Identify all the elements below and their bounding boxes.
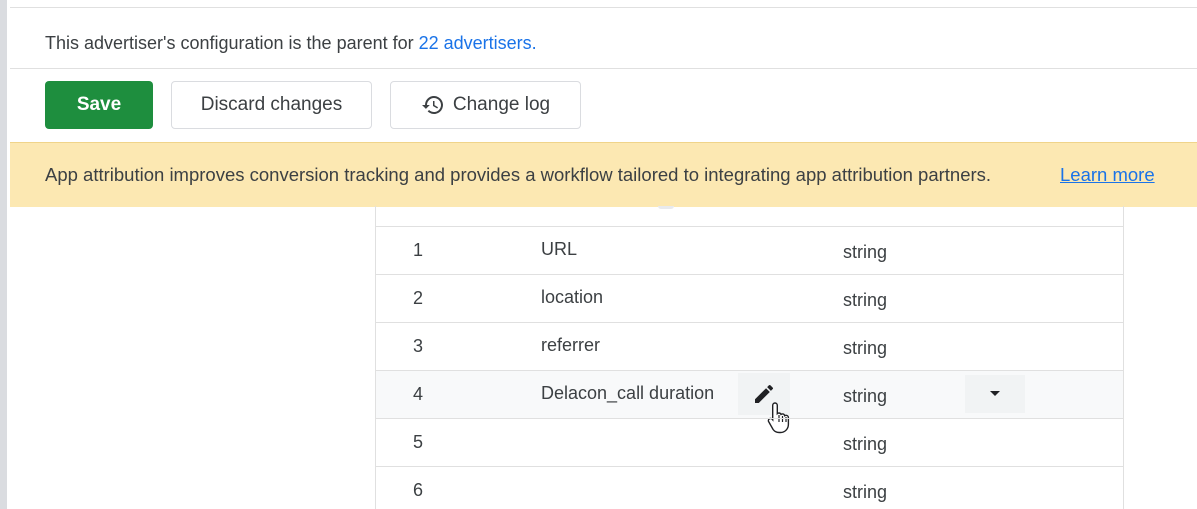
- page: This advertiser's configuration is the p…: [0, 0, 1197, 509]
- caret-down-icon: [990, 391, 1000, 396]
- table-row-hovered[interactable]: 4 Delacon_call duration string: [376, 370, 1123, 434]
- save-button[interactable]: Save: [45, 81, 153, 129]
- advertisers-link[interactable]: 22 advertisers.: [419, 33, 537, 53]
- variable-type[interactable]: string: [843, 242, 887, 263]
- variables-table: 1 URL string 2 location string 3 referre…: [375, 206, 1124, 509]
- learn-more-link[interactable]: Learn more: [1060, 164, 1155, 186]
- top-divider: [10, 7, 1197, 8]
- table-row[interactable]: 5 string: [376, 418, 1123, 466]
- note-divider: [10, 68, 1197, 69]
- table-row[interactable]: 3 referrer string: [376, 322, 1123, 370]
- row-number: 6: [413, 480, 424, 500]
- history-icon: [421, 96, 443, 114]
- type-dropdown-button[interactable]: [965, 375, 1025, 413]
- banner-text: App attribution improves conversion trac…: [45, 164, 992, 185]
- variable-type[interactable]: string: [843, 386, 887, 407]
- variable-type[interactable]: string: [843, 434, 887, 455]
- table-row[interactable]: 2 location string: [376, 274, 1123, 322]
- variable-type[interactable]: string: [843, 338, 887, 359]
- variable-name[interactable]: Delacon_call duration: [541, 383, 714, 404]
- row-number: 5: [413, 432, 424, 452]
- variable-type[interactable]: string: [843, 290, 887, 311]
- table-header-remnant: [376, 206, 1123, 226]
- row-number: 1: [413, 240, 424, 260]
- row-number: 4: [413, 384, 424, 404]
- header-scroll-indicator: [658, 206, 674, 209]
- change-log-label: Change log: [452, 94, 551, 115]
- change-log-button[interactable]: Change log: [390, 81, 581, 129]
- variable-name[interactable]: URL: [541, 239, 577, 260]
- parent-note-text: This advertiser's configuration is the p…: [45, 33, 419, 53]
- variable-type[interactable]: string: [843, 482, 887, 503]
- app-attribution-banner: App attribution improves conversion trac…: [10, 142, 1197, 207]
- variable-name[interactable]: location: [541, 287, 603, 308]
- table-row[interactable]: 6 string: [376, 466, 1123, 509]
- left-scroll-rail[interactable]: [0, 0, 7, 509]
- row-number: 3: [413, 336, 424, 356]
- discard-changes-button[interactable]: Discard changes: [171, 81, 372, 129]
- row-number: 2: [413, 288, 424, 308]
- table-row[interactable]: 1 URL string: [376, 226, 1123, 274]
- variable-name[interactable]: referrer: [541, 335, 600, 356]
- parent-config-note: This advertiser's configuration is the p…: [45, 33, 537, 54]
